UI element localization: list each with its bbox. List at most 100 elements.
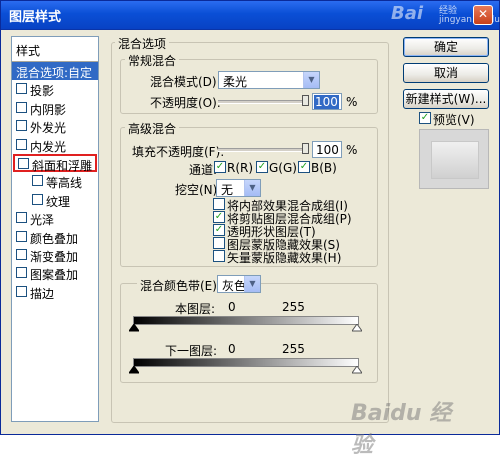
chevron-down-icon: ▼	[303, 72, 319, 88]
style-list-item-label: 描边	[30, 286, 55, 301]
style-checkbox[interactable]	[16, 249, 27, 260]
style-list-item-label: 内阴影	[30, 102, 67, 117]
opacity-slider[interactable]	[218, 100, 305, 104]
style-list-item[interactable]: 等高线	[12, 172, 98, 190]
style-list-item-label: 颜色叠加	[30, 231, 79, 246]
style-list-item-label: 纹理	[46, 194, 71, 209]
fill-opacity-unit: %	[346, 143, 358, 157]
style-checkbox[interactable]	[16, 230, 27, 242]
underlying-black-slider-icon[interactable]	[129, 366, 139, 374]
style-checkbox[interactable]	[16, 285, 27, 297]
ok-button[interactable]: 确定	[403, 37, 489, 57]
style-checkbox[interactable]	[16, 101, 27, 113]
fill-opacity-slider-handle[interactable]	[302, 143, 309, 154]
style-list-item-label: 内发光	[30, 139, 67, 154]
style-list-header: 样式	[12, 37, 98, 62]
style-checkbox[interactable]	[16, 83, 27, 95]
knockout-label: 挖空(N):	[175, 183, 222, 197]
underlying-layer-label: 下一图层:	[165, 344, 218, 358]
new-style-button[interactable]: 新建样式(W)...	[403, 89, 489, 109]
chevron-down-icon: ▼	[244, 180, 260, 196]
channel-r-label: R(R)	[227, 161, 254, 175]
underlying-white-slider-icon[interactable]	[352, 366, 362, 374]
opacity-input[interactable]: 100	[312, 93, 342, 110]
style-preview-inner	[431, 141, 479, 179]
style-checkbox[interactable]	[16, 120, 27, 132]
blend-if-value: 灰色	[222, 279, 247, 293]
style-list-item[interactable]: 内阴影	[12, 99, 98, 117]
underlying-layer-gradient	[133, 358, 359, 367]
blend-if-label: 混合颜色带(E):	[137, 277, 224, 294]
channels-label: 通道:	[189, 163, 218, 177]
style-list-item[interactable]: 图案叠加	[12, 264, 98, 282]
this-layer-label: 本图层:	[175, 302, 216, 316]
style-list-item-label: 渐变叠加	[30, 250, 79, 264]
blend-mode-label: 混合模式(D):	[150, 75, 221, 89]
style-checkbox[interactable]	[16, 267, 27, 279]
style-checkbox[interactable]	[16, 212, 27, 224]
watermark-logo: Bai	[391, 3, 424, 24]
style-list-item[interactable]: 斜面和浮雕	[13, 154, 97, 173]
option-clipped-layers-checkbox[interactable]: ✓	[213, 211, 225, 223]
general-blending-title: 常规混合	[125, 52, 180, 69]
style-preview-swatch	[419, 129, 489, 189]
channel-r-checkbox[interactable]: ✓	[214, 161, 226, 173]
this-layer-max: 255	[282, 300, 305, 314]
style-checkbox[interactable]	[32, 175, 43, 187]
this-layer-min: 0	[228, 300, 236, 314]
style-checkbox[interactable]	[18, 158, 29, 169]
style-list-item-label: 投影	[30, 84, 55, 99]
preview-label: 预览(V)	[433, 113, 475, 127]
channel-g-checkbox[interactable]: ✓	[256, 161, 268, 173]
option-layer-mask-hides-checkbox[interactable]	[213, 237, 225, 249]
this-layer-black-slider-icon[interactable]	[129, 324, 139, 332]
advanced-blending-title: 高级混合	[125, 120, 180, 137]
style-list-item[interactable]: 投影	[12, 80, 98, 98]
option-internal-effects-checkbox[interactable]	[213, 198, 225, 210]
underlying-layer-min: 0	[228, 342, 236, 356]
style-list-item-label: 外发光	[30, 121, 67, 136]
blend-if-select[interactable]: 灰色 ▼	[217, 275, 261, 293]
style-list-header-label: 样式	[16, 44, 41, 58]
style-list-item-label: 等高线	[46, 176, 83, 191]
option-vector-mask-hides-label: 矢量蒙版隐藏效果(H)	[227, 251, 342, 265]
fill-opacity-value: 100	[316, 143, 339, 157]
underlying-layer-max: 255	[282, 342, 305, 356]
knockout-value: 无	[221, 183, 234, 197]
watermark-bottom: Baidu 经验	[351, 401, 452, 458]
channel-g-label: G(G)	[269, 161, 297, 175]
channel-b-checkbox[interactable]: ✓	[298, 161, 310, 173]
fill-opacity-label: 填充不透明度(F):	[132, 145, 225, 159]
preview-checkbox[interactable]: ✓	[419, 112, 431, 124]
this-layer-gradient	[133, 316, 359, 325]
blend-mode-value: 柔光	[223, 75, 248, 89]
style-list-item[interactable]: 纹理	[12, 191, 98, 209]
style-list-item[interactable]: 颜色叠加	[12, 228, 98, 246]
window-title: 图层样式	[9, 10, 62, 25]
style-list-item[interactable]: 外发光	[12, 117, 98, 135]
style-list-item[interactable]: 描边	[12, 283, 98, 301]
cancel-button[interactable]: 取消	[403, 63, 489, 83]
style-list-item[interactable]: 混合选项:自定	[12, 62, 98, 80]
style-checkbox[interactable]	[16, 138, 27, 150]
style-list: 样式 混合选项:自定投影内阴影外发光内发光 斜面和浮雕等高线纹理 光泽颜色叠加渐变叠…	[11, 36, 99, 422]
layer-style-dialog: 图层样式 Bai 经验 jingyan.baidu.com ✕ 样式 混合选项:…	[0, 0, 500, 458]
close-icon[interactable]: ✕	[473, 5, 493, 25]
blend-mode-select[interactable]: 柔光 ▼	[218, 71, 320, 89]
style-list-item[interactable]: 光泽	[12, 209, 98, 227]
knockout-select[interactable]: 无 ▼	[216, 179, 261, 197]
opacity-slider-handle[interactable]	[302, 95, 309, 106]
style-checkbox[interactable]	[32, 193, 43, 205]
this-layer-white-slider-icon[interactable]	[352, 324, 362, 332]
fill-opacity-slider[interactable]	[218, 148, 305, 152]
style-list-item[interactable]: 内发光	[12, 136, 98, 154]
channel-b-label: B(B)	[311, 161, 337, 175]
title-bar[interactable]: 图层样式 Bai 经验 jingyan.baidu.com ✕	[1, 1, 500, 30]
option-vector-mask-hides-checkbox[interactable]	[213, 250, 225, 262]
fill-opacity-input[interactable]: 100	[312, 141, 342, 158]
blend-if-group	[120, 283, 378, 383]
option-transparency-shapes-checkbox[interactable]: ✓	[213, 224, 225, 236]
style-list-item[interactable]: 渐变叠加	[12, 246, 98, 264]
blend-options-title: 混合选项	[115, 35, 170, 52]
opacity-value: 100	[314, 95, 339, 109]
